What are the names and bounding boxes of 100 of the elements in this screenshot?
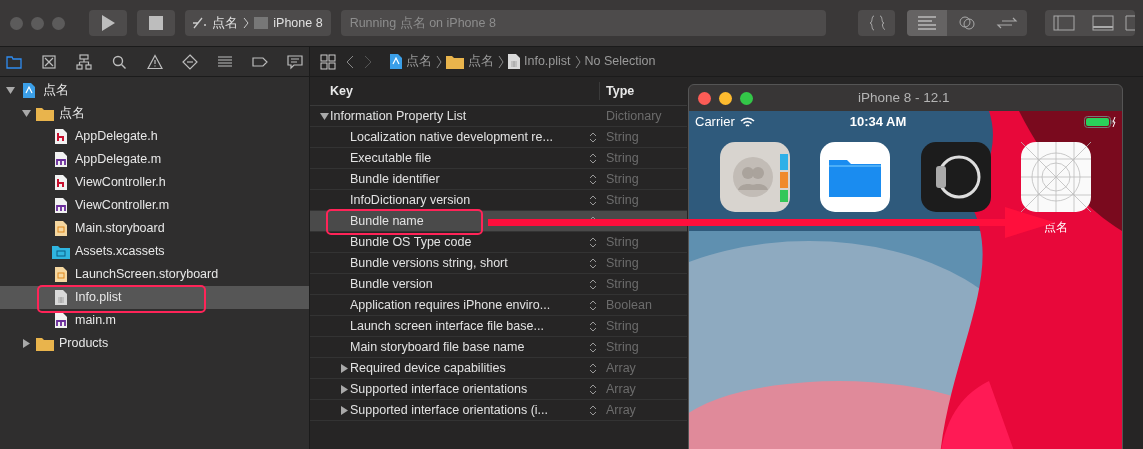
stepper-icon[interactable] bbox=[589, 382, 597, 396]
editor-mode-button[interactable] bbox=[907, 10, 948, 36]
disclosure-triangle-icon[interactable] bbox=[340, 405, 349, 415]
navigator-row[interactable]: Info.plist bbox=[0, 286, 309, 309]
navigator-row[interactable]: LaunchScreen.storyboard bbox=[0, 263, 309, 286]
disclosure-triangle-icon[interactable] bbox=[340, 384, 349, 394]
stepper-icon[interactable] bbox=[589, 277, 597, 291]
plist-row[interactable]: Application requires iPhone enviro... Boolean bbox=[310, 295, 687, 316]
plist-row[interactable]: Main storyboard file base name String bbox=[310, 337, 687, 358]
stepper-icon[interactable] bbox=[589, 298, 597, 312]
stepper-icon[interactable] bbox=[589, 403, 597, 417]
plist-row[interactable]: Launch screen interface file base... String bbox=[310, 316, 687, 337]
chevron-icon bbox=[436, 54, 442, 69]
implementation-file-icon bbox=[55, 198, 67, 213]
disclosure-triangle-icon[interactable] bbox=[340, 363, 349, 373]
key-cell-text: Information Property List bbox=[330, 107, 467, 125]
overlapping-circles-icon bbox=[957, 15, 977, 31]
files-app-icon[interactable] bbox=[820, 142, 891, 212]
navigator-row[interactable]: ViewController.h bbox=[0, 171, 309, 194]
type-cell-text: Array bbox=[606, 380, 636, 398]
navigator-row[interactable]: Main.storyboard bbox=[0, 217, 309, 240]
stepper-icon[interactable] bbox=[589, 193, 597, 207]
disclosure-triangle-icon[interactable] bbox=[22, 339, 31, 348]
plist-row[interactable]: Bundle identifier String bbox=[310, 169, 687, 190]
bottom-panel-icon bbox=[1091, 15, 1114, 31]
scheme-selector[interactable]: 点名 iPhone 8 bbox=[185, 10, 331, 36]
type-cell-text: String bbox=[606, 275, 639, 293]
navigator-row[interactable]: Products bbox=[0, 332, 309, 355]
plist-row[interactable]: Executable file String bbox=[310, 148, 687, 169]
column-header: Type bbox=[599, 81, 635, 101]
navigator-row[interactable]: 点名 bbox=[0, 102, 309, 125]
speech-bubble-icon[interactable] bbox=[287, 53, 303, 70]
folder-icon[interactable] bbox=[6, 53, 22, 70]
plist-row[interactable]: Bundle version String bbox=[310, 274, 687, 295]
breadcrumb-item[interactable]: No Selection bbox=[584, 52, 656, 71]
plist-row[interactable]: Bundle OS Type code String bbox=[310, 232, 687, 253]
breadcrumb-item[interactable]: 点名 bbox=[468, 52, 494, 71]
navigator-row[interactable]: AppDelegate.m bbox=[0, 148, 309, 171]
implementation-file-icon bbox=[55, 313, 67, 328]
list-icon[interactable] bbox=[216, 53, 233, 70]
contacts-app-icon[interactable] bbox=[720, 142, 790, 212]
breadcrumb-item[interactable]: Info.plist bbox=[524, 52, 571, 71]
stepper-icon[interactable] bbox=[589, 340, 597, 354]
left-panel-icon bbox=[1053, 15, 1076, 31]
key-cell-text: Executable file bbox=[350, 149, 432, 167]
search-icon[interactable] bbox=[111, 53, 128, 70]
watch-app-icon[interactable] bbox=[920, 142, 991, 212]
stepper-icon[interactable] bbox=[589, 235, 597, 249]
type-cell-text: Array bbox=[606, 401, 636, 419]
window-minimize-button[interactable] bbox=[719, 91, 732, 105]
stepper-icon[interactable] bbox=[589, 130, 597, 144]
stop-icon bbox=[149, 16, 164, 30]
navigator-row[interactable]: AppDelegate.h bbox=[0, 125, 309, 148]
navigator-row[interactable]: 点名 bbox=[0, 79, 309, 102]
window-close-button[interactable] bbox=[698, 91, 711, 105]
back-icon[interactable] bbox=[346, 54, 354, 69]
code-review-button[interactable] bbox=[857, 10, 896, 36]
window-zoom-button[interactable] bbox=[740, 91, 753, 105]
chevron-icon bbox=[243, 17, 250, 29]
breadcrumb-item[interactable]: 点名 bbox=[406, 52, 432, 71]
stepper-icon[interactable] bbox=[589, 172, 597, 186]
diamond-icon[interactable] bbox=[181, 53, 198, 70]
property-list-icon bbox=[508, 54, 520, 69]
file-name: main.m bbox=[75, 312, 116, 330]
key-cell-text: InfoDictionary version bbox=[350, 191, 471, 209]
plist-row[interactable]: Bundle versions string, short String bbox=[310, 253, 687, 274]
device-name: iPhone 8 bbox=[273, 14, 323, 32]
navigator-row[interactable]: main.m bbox=[0, 309, 309, 332]
related-items-icon[interactable] bbox=[320, 53, 336, 70]
implementation-file-icon bbox=[55, 152, 67, 167]
disclosure-triangle-icon[interactable] bbox=[22, 109, 31, 118]
key-cell-text: Bundle version bbox=[350, 275, 433, 293]
project-file-icon bbox=[390, 54, 402, 69]
device-icon bbox=[254, 17, 269, 29]
run-button[interactable] bbox=[89, 10, 128, 36]
stepper-icon[interactable] bbox=[589, 319, 597, 333]
navigator-row[interactable]: ViewController.m bbox=[0, 194, 309, 217]
warning-icon[interactable] bbox=[146, 53, 163, 70]
type-cell-text: String bbox=[606, 128, 639, 146]
plist-row[interactable]: Localization native development re... String bbox=[310, 127, 687, 148]
square-x-icon[interactable] bbox=[41, 53, 58, 70]
type-cell-text: Dictionary bbox=[606, 107, 662, 125]
stepper-icon[interactable] bbox=[589, 256, 597, 270]
hierarchy-icon[interactable] bbox=[76, 53, 93, 70]
stop-button[interactable] bbox=[137, 10, 176, 36]
plist-row[interactable]: Information Property List Dictionary bbox=[310, 106, 687, 127]
stepper-icon[interactable] bbox=[589, 361, 597, 375]
app-placeholder-icon[interactable] bbox=[1021, 142, 1091, 212]
key-cell-text: Bundle versions string, short bbox=[350, 254, 508, 272]
disclosure-triangle-icon[interactable] bbox=[320, 111, 329, 121]
file-name: 点名 bbox=[59, 105, 85, 123]
plist-row[interactable]: Supported interface orientations (i... Array bbox=[310, 400, 687, 421]
file-name: ViewController.m bbox=[75, 197, 170, 215]
navigator-row[interactable]: Assets.xcassets bbox=[0, 240, 309, 263]
key-cell-text: Main storyboard file base name bbox=[350, 338, 525, 356]
plist-row[interactable]: Supported interface orientations Array bbox=[310, 379, 687, 400]
plist-row[interactable]: Required device capabilities Array bbox=[310, 358, 687, 379]
disclosure-triangle-icon[interactable] bbox=[6, 86, 15, 95]
stepper-icon[interactable] bbox=[589, 151, 597, 165]
type-cell-text: String bbox=[606, 191, 639, 209]
